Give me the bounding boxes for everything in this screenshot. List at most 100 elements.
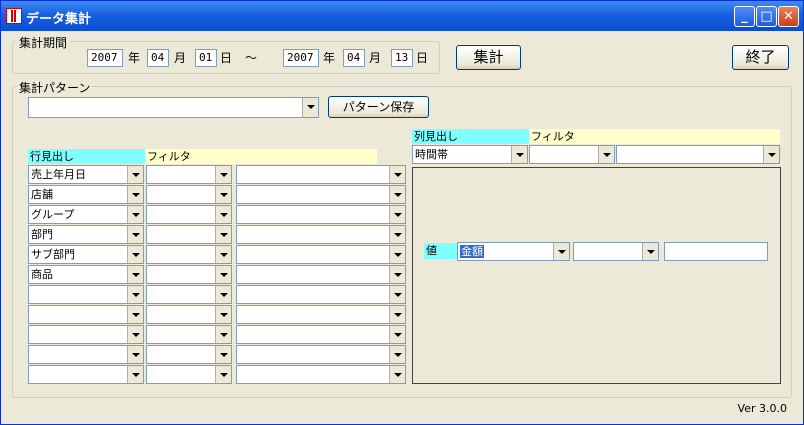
- row-filter-select[interactable]: [146, 185, 232, 204]
- row-filter-select[interactable]: [146, 345, 232, 364]
- col-filter-select[interactable]: [529, 145, 615, 164]
- row-filter-value-select[interactable]: [236, 285, 406, 304]
- chevron-down-icon[interactable]: [389, 286, 405, 303]
- col-filter-value-select[interactable]: [616, 145, 780, 164]
- chevron-down-icon[interactable]: [127, 366, 143, 383]
- row-filter-select[interactable]: [146, 165, 232, 184]
- chevron-down-icon[interactable]: [215, 226, 231, 243]
- chevron-down-icon[interactable]: [553, 243, 569, 260]
- row-header-select[interactable]: [28, 325, 144, 344]
- to-year-field[interactable]: 2007: [283, 49, 319, 67]
- chevron-down-icon[interactable]: [215, 346, 231, 363]
- row-filter-select[interactable]: [146, 205, 232, 224]
- row-filter-value-select[interactable]: [236, 225, 406, 244]
- close-button[interactable]: ✕: [778, 6, 799, 27]
- tilde-label: ～: [245, 51, 258, 65]
- row-filter-value-select[interactable]: [236, 265, 406, 284]
- col-header-select[interactable]: 時間帯: [412, 145, 528, 164]
- to-month-field[interactable]: 04: [343, 49, 365, 67]
- row-header-select[interactable]: 店舗: [28, 185, 144, 204]
- app-icon[interactable]: [6, 8, 22, 24]
- row-filter-select[interactable]: [146, 245, 232, 264]
- row-header-select[interactable]: 部門: [28, 225, 144, 244]
- chevron-down-icon[interactable]: [389, 226, 405, 243]
- chevron-down-icon[interactable]: [389, 326, 405, 343]
- row-filter-value-select[interactable]: [236, 185, 406, 204]
- chevron-down-icon[interactable]: [127, 246, 143, 263]
- minimize-button[interactable]: _: [734, 6, 755, 27]
- chevron-down-icon[interactable]: [389, 346, 405, 363]
- pattern-select[interactable]: [28, 97, 319, 118]
- chevron-down-icon[interactable]: [511, 146, 527, 163]
- chevron-down-icon[interactable]: [389, 266, 405, 283]
- row-header-select[interactable]: [28, 365, 144, 384]
- chevron-down-icon[interactable]: [215, 326, 231, 343]
- row-filter-value-select[interactable]: [236, 245, 406, 264]
- chevron-down-icon[interactable]: [215, 166, 231, 183]
- row-filter-select[interactable]: [146, 285, 232, 304]
- value-label: 値: [424, 243, 457, 259]
- row-filter-select[interactable]: [146, 365, 232, 384]
- chevron-down-icon[interactable]: [389, 366, 405, 383]
- chevron-down-icon[interactable]: [389, 206, 405, 223]
- to-day-field[interactable]: 13: [391, 49, 413, 67]
- row-header-select[interactable]: [28, 345, 144, 364]
- row-header-select[interactable]: グループ: [28, 205, 144, 224]
- value-select-value: 金額: [460, 245, 484, 258]
- row-filter-value-select[interactable]: [236, 165, 406, 184]
- chevron-down-icon[interactable]: [127, 206, 143, 223]
- chevron-down-icon[interactable]: [127, 166, 143, 183]
- chevron-down-icon[interactable]: [127, 226, 143, 243]
- from-month-field[interactable]: 04: [147, 49, 169, 67]
- chevron-down-icon[interactable]: [127, 306, 143, 323]
- chevron-down-icon[interactable]: [215, 306, 231, 323]
- row-header-select[interactable]: [28, 285, 144, 304]
- chevron-down-icon[interactable]: [127, 186, 143, 203]
- row-filter-label: フィルタ: [145, 149, 377, 164]
- maximize-button[interactable]: □: [756, 6, 777, 27]
- from-day-field[interactable]: 01: [195, 49, 217, 67]
- row-filter-select[interactable]: [146, 305, 232, 324]
- row-filter-value-select[interactable]: [236, 325, 406, 344]
- row-header-select[interactable]: 売上年月日: [28, 165, 144, 184]
- chevron-down-icon[interactable]: [127, 266, 143, 283]
- aggregate-button[interactable]: 集計: [456, 45, 521, 70]
- row-header-select[interactable]: 商品: [28, 265, 144, 284]
- chevron-down-icon[interactable]: [389, 166, 405, 183]
- row-header-select[interactable]: [28, 305, 144, 324]
- exit-button[interactable]: 終了: [732, 45, 789, 70]
- value-format-field[interactable]: [664, 242, 768, 261]
- value-select[interactable]: 金額: [457, 242, 570, 261]
- chevron-down-icon[interactable]: [215, 266, 231, 283]
- row-header-select-value: 部門: [31, 228, 53, 241]
- row-filter-value-select[interactable]: [236, 205, 406, 224]
- value-aggregate-select[interactable]: [573, 242, 659, 261]
- chevron-down-icon[interactable]: [215, 286, 231, 303]
- chevron-down-icon[interactable]: [215, 186, 231, 203]
- period-legend: 集計期間: [17, 34, 70, 51]
- chevron-down-icon[interactable]: [302, 98, 318, 117]
- chevron-down-icon[interactable]: [127, 326, 143, 343]
- row-filter-value-select[interactable]: [236, 345, 406, 364]
- row-filter-select[interactable]: [146, 325, 232, 344]
- chevron-down-icon[interactable]: [215, 206, 231, 223]
- row-header-select[interactable]: サブ部門: [28, 245, 144, 264]
- chevron-down-icon[interactable]: [215, 246, 231, 263]
- chevron-down-icon[interactable]: [389, 186, 405, 203]
- chevron-down-icon[interactable]: [598, 146, 614, 163]
- chevron-down-icon[interactable]: [763, 146, 779, 163]
- save-pattern-button[interactable]: パターン保存: [328, 96, 429, 118]
- chevron-down-icon[interactable]: [127, 346, 143, 363]
- row-filter-select[interactable]: [146, 265, 232, 284]
- chevron-down-icon[interactable]: [389, 246, 405, 263]
- chevron-down-icon[interactable]: [215, 366, 231, 383]
- row-filter-value-select[interactable]: [236, 365, 406, 384]
- chevron-down-icon[interactable]: [389, 306, 405, 323]
- title-bar[interactable]: データ集計 _ □ ✕: [1, 1, 803, 31]
- chevron-down-icon[interactable]: [642, 243, 658, 260]
- row-filter-select[interactable]: [146, 225, 232, 244]
- from-year-field[interactable]: 2007: [87, 49, 123, 67]
- row-filter-value-select[interactable]: [236, 305, 406, 324]
- chevron-down-icon[interactable]: [127, 286, 143, 303]
- pattern-legend: 集計パターン: [17, 79, 93, 96]
